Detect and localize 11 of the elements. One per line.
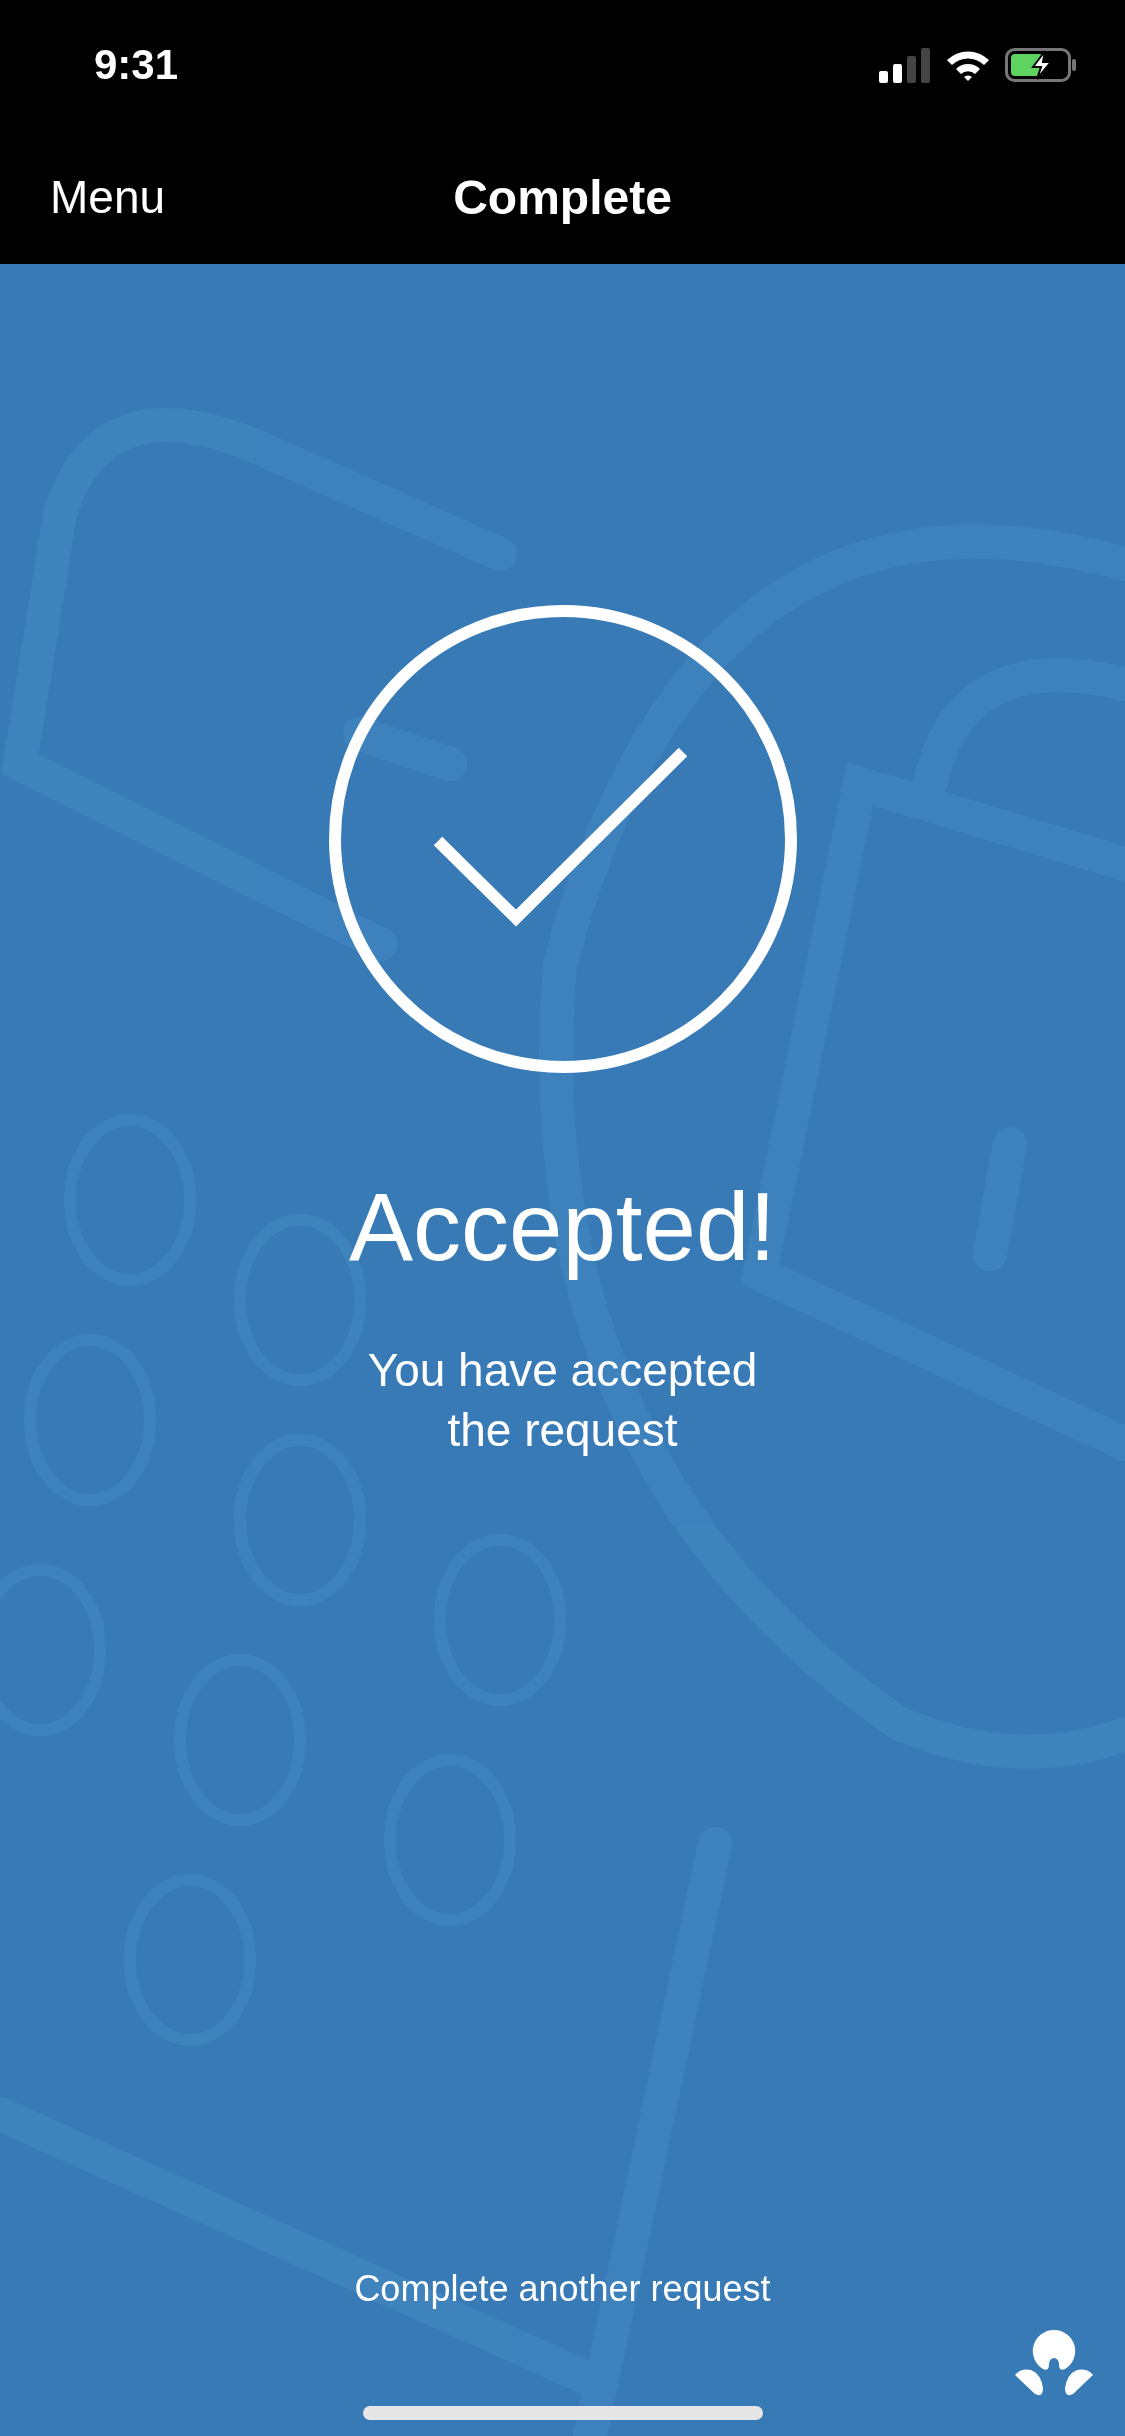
status-time: 9:31	[94, 41, 179, 89]
battery-icon	[1005, 48, 1077, 82]
result-message: You have accepted the request	[367, 1342, 758, 1458]
person-logo-icon	[1013, 2330, 1095, 2396]
wifi-icon	[945, 48, 991, 82]
screen-title: Complete	[453, 169, 672, 225]
checkmark-circle-icon	[327, 604, 798, 1074]
signal-icon	[879, 47, 931, 83]
complete-another-link[interactable]: Complete another request	[354, 2268, 771, 2310]
menu-button[interactable]: Menu	[50, 170, 166, 224]
result-heading: Accepted!	[349, 1174, 776, 1280]
